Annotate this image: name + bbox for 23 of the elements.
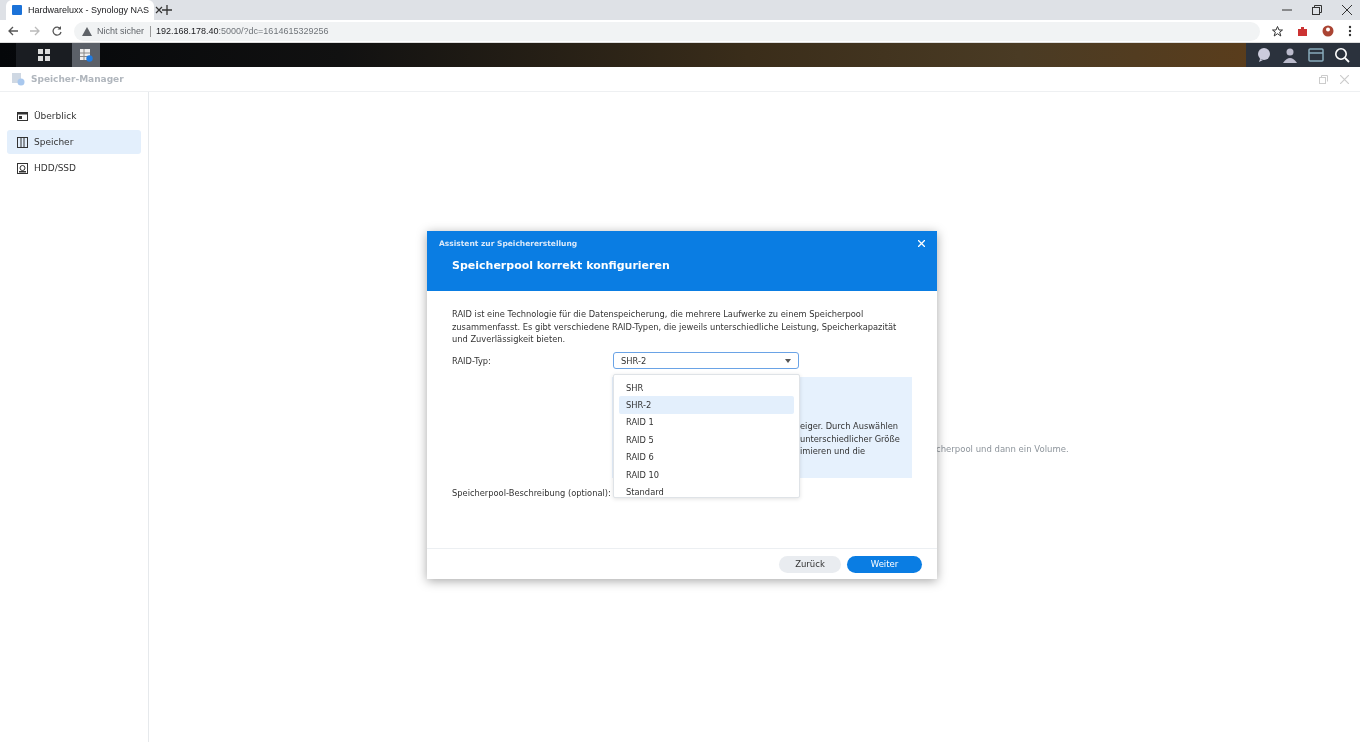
next-button[interactable]: Weiter xyxy=(847,555,922,573)
dropdown-option[interactable]: SHR-2 xyxy=(619,396,794,414)
app-title: Speicher-Manager xyxy=(31,74,124,84)
field-label: RAID-Typ: xyxy=(452,355,492,366)
dropdown-option[interactable]: RAID 5 xyxy=(619,431,794,449)
back-button[interactable]: Zurück xyxy=(779,555,841,573)
info-text: eiger. Durch Auswählen xyxy=(800,420,900,433)
description-text: RAID ist eine Technologie für die Datenspeicherung, die mehrere Laufwerke zu einem Speicherpool zusammenfasst. Es gibt verschiedene RAID-Typen, die jeweils unterschiedliche Leistung, Speicherkapazität und Zuverlässigkeit bieten. xyxy=(452,308,898,346)
dialog-title: Speicherpool korrekt konfigurieren xyxy=(451,259,671,272)
field-label: Speicherpool-Beschreibung (optional): xyxy=(452,488,611,498)
raid-type-dropdown[interactable]: SHR-2 xyxy=(613,352,799,369)
dropdown-option[interactable]: SHR xyxy=(619,379,794,397)
sidebar-item[interactable]: Überblick xyxy=(7,104,141,128)
dropdown-option[interactable]: Standard xyxy=(619,483,794,497)
body-text: cherpool und dann ein Volume. xyxy=(936,444,1069,454)
sidebar-item[interactable]: HDD/SSD xyxy=(7,156,141,180)
info-text: imieren und die xyxy=(800,445,867,458)
dropdown-option[interactable]: RAID 6 xyxy=(619,448,794,466)
dropdown-option[interactable]: RAID 10 xyxy=(619,465,794,484)
dropdown-option[interactable]: RAID 1 xyxy=(619,413,794,432)
info-text: unterschiedlicher Größe xyxy=(800,432,901,445)
address-field[interactable]: Nicht sicher 192.168.178.40:5000/?dc=1614615329256 xyxy=(74,21,1260,41)
sidebar-item[interactable]: Speicher xyxy=(7,130,141,154)
